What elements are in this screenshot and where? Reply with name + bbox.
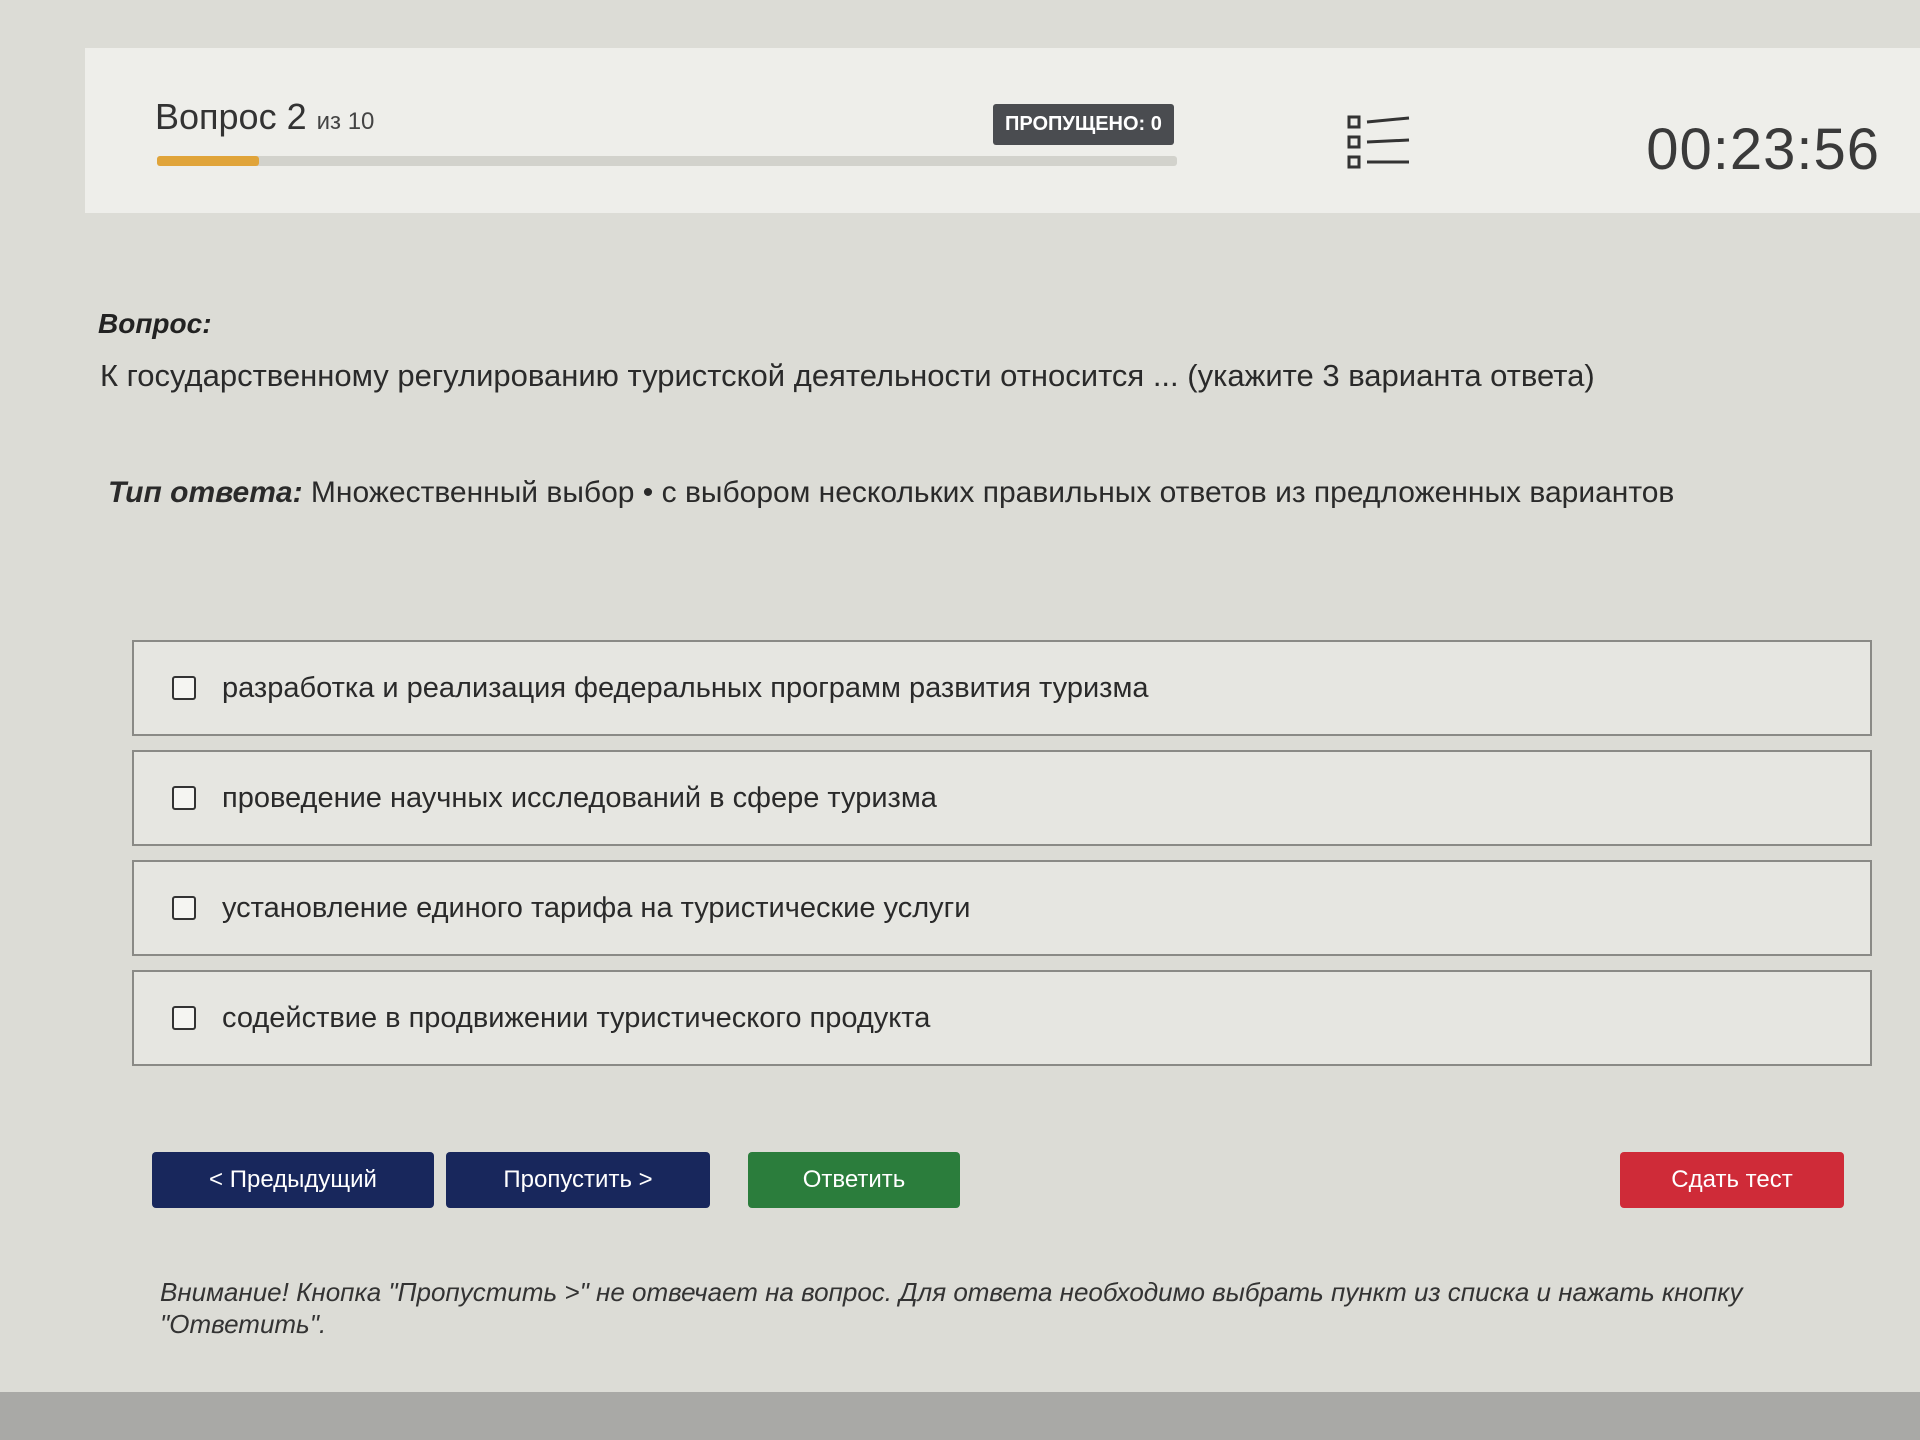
answer-option[interactable]: содействие в продвижении туристического …	[132, 970, 1872, 1066]
question-number: Вопрос 2	[155, 96, 307, 137]
checkbox[interactable]	[172, 676, 196, 700]
question-total: из 10	[316, 108, 375, 135]
answer-option[interactable]: разработка и реализация федеральных прог…	[132, 640, 1872, 736]
quiz-header: Вопрос 2 из 10 ПРОПУЩЕНО: 0 00:23:56	[85, 48, 1920, 213]
question-heading: Вопрос:	[98, 308, 212, 339]
answer-button[interactable]: Ответить	[748, 1152, 960, 1208]
countdown-timer: 00:23:56	[1646, 117, 1880, 182]
answer-option-label: проведение научных исследований в сфере …	[222, 781, 937, 814]
answer-option[interactable]: проведение научных исследований в сфере …	[132, 750, 1872, 846]
submit-test-button[interactable]: Сдать тест	[1620, 1152, 1844, 1208]
answer-option[interactable]: установление единого тарифа на туристиче…	[132, 860, 1872, 956]
previous-button[interactable]: < Предыдущий	[152, 1152, 434, 1208]
checkbox[interactable]	[172, 1006, 196, 1030]
checkbox[interactable]	[172, 786, 196, 810]
answer-type-label: Тип ответа:	[108, 476, 303, 509]
answer-option-label: разработка и реализация федеральных прог…	[222, 671, 1149, 704]
answer-options: разработка и реализация федеральных прог…	[132, 640, 1872, 1080]
answer-option-label: содействие в продвижении туристического …	[222, 1001, 931, 1034]
answer-option-label: установление единого тарифа на туристиче…	[222, 891, 971, 924]
bottom-strip	[0, 1392, 1920, 1440]
skipped-badge: ПРОПУЩЕНО: 0	[993, 104, 1174, 145]
question-text: К государственному регулированию туристс…	[100, 358, 1595, 393]
question-counter: Вопрос 2 из 10	[155, 96, 374, 138]
question-list-icon[interactable]	[1347, 113, 1413, 171]
progress-fill	[157, 156, 259, 166]
answer-type: Тип ответа: Множественный выбор • с выбо…	[108, 476, 1858, 510]
skip-button[interactable]: Пропустить >	[446, 1152, 710, 1208]
answer-type-value: Множественный выбор • с выбором нескольк…	[310, 476, 1675, 509]
progress-bar	[157, 156, 1177, 166]
checkbox[interactable]	[172, 896, 196, 920]
skip-notice: Внимание! Кнопка "Пропустить >" не отвеч…	[160, 1277, 1743, 1339]
